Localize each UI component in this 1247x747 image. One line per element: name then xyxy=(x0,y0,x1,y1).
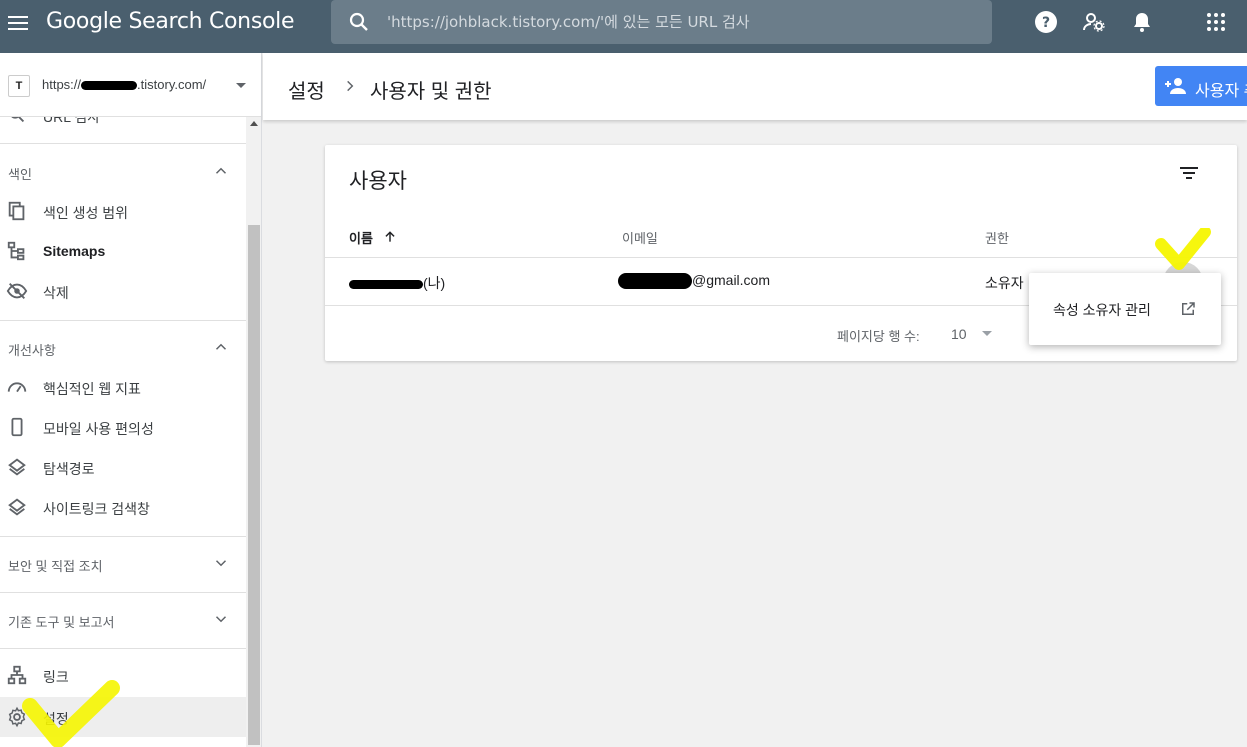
section-security[interactable]: 보안 및 직접 조치 xyxy=(0,536,246,592)
page-title: 사용자 및 권한 xyxy=(370,81,492,103)
sidebar-item-breadcrumbs[interactable]: 탐색경로 xyxy=(0,447,246,487)
gear-icon xyxy=(8,706,26,728)
section-title: 색인 xyxy=(8,167,32,182)
divider xyxy=(0,648,246,649)
sidebar-item-sitemaps[interactable]: Sitemaps xyxy=(0,231,246,271)
arrow-up-icon[interactable] xyxy=(383,230,397,244)
site-favicon-icon: T xyxy=(8,75,30,97)
column-header-permission[interactable]: 권한 xyxy=(985,228,1009,247)
sitemap-icon xyxy=(7,241,25,261)
sidebar-item-url-inspection[interactable]: URL 검사 xyxy=(0,117,246,135)
chevron-down-icon xyxy=(215,616,227,623)
sidebar-item-label: 사이트링크 검색창 xyxy=(43,501,150,517)
url-inspection-search[interactable] xyxy=(331,0,992,44)
sidebar-item-core-web-vitals[interactable]: 핵심적인 웹 지표 xyxy=(0,367,246,407)
section-title: 기존 도구 및 보고서 xyxy=(8,615,115,630)
dropdown-caret-icon[interactable] xyxy=(236,83,246,88)
sidebar-scrollbar[interactable] xyxy=(246,117,261,747)
user-permission: 소유자 xyxy=(985,275,1024,291)
section-title: 보안 및 직접 조치 xyxy=(8,559,103,574)
sidebar-item-settings[interactable]: 설정 xyxy=(0,697,246,737)
section-legacy-tools[interactable]: 기존 도구 및 보고서 xyxy=(0,592,246,648)
add-user-label: 사용자 추 xyxy=(1195,83,1247,100)
column-header-email[interactable]: 이메일 xyxy=(622,228,658,247)
row-options-menu: 속성 소유자 관리 xyxy=(1029,273,1221,345)
search-icon xyxy=(11,117,25,123)
sidebar-item-index-coverage[interactable]: 색인 생성 범위 xyxy=(0,191,246,231)
chevron-down-icon xyxy=(215,560,227,567)
property-url: https://.tistory.com/ xyxy=(42,77,207,92)
layers-icon xyxy=(8,498,26,516)
eye-off-icon xyxy=(6,283,28,299)
search-input[interactable] xyxy=(387,6,977,38)
sidebar-item-removals[interactable]: 삭제 xyxy=(0,271,246,311)
redaction-mark xyxy=(618,273,692,290)
manage-property-owners-item[interactable]: 속성 소유자 관리 xyxy=(1029,287,1221,331)
menu-icon[interactable] xyxy=(8,11,32,35)
sidebar-item-mobile-usability[interactable]: 모바일 사용 편의성 xyxy=(0,407,246,447)
scroll-up-arrow-icon[interactable] xyxy=(250,121,258,126)
sidebar-item-label: 삭제 xyxy=(43,285,69,301)
column-header-name[interactable]: 이름 xyxy=(349,228,373,247)
sidebar-item-label: 탐색경로 xyxy=(43,461,95,477)
sidebar-item-sitelinks-searchbox[interactable]: 사이트링크 검색창 xyxy=(0,487,246,527)
sidebar-item-label: 색인 생성 범위 xyxy=(43,205,129,221)
help-icon[interactable]: ? xyxy=(1034,10,1058,34)
link-tree-icon xyxy=(7,665,27,685)
section-title: 개선사항 xyxy=(8,343,56,358)
sidebar-item-label: 링크 xyxy=(43,669,69,685)
sidebar-item-links[interactable]: 링크 xyxy=(0,655,246,695)
top-app-bar: Google Search Console ? xyxy=(0,0,1247,53)
person-add-icon xyxy=(1165,78,1186,94)
search-icon xyxy=(349,12,368,31)
card-title: 사용자 xyxy=(349,170,407,193)
filter-icon[interactable] xyxy=(1177,161,1201,185)
svg-text:?: ? xyxy=(1042,15,1050,31)
sidebar-item-label: URL 검사 xyxy=(43,117,101,125)
divider xyxy=(325,257,1237,258)
sidebar-item-label: Sitemaps xyxy=(43,243,106,259)
breadcrumb-settings[interactable]: 설정 xyxy=(288,75,325,104)
user-name: (나) xyxy=(349,273,445,293)
sidebar-item-label: 모바일 사용 편의성 xyxy=(43,421,154,437)
rows-per-page-select[interactable]: 10 xyxy=(951,326,967,342)
dropdown-caret-icon[interactable] xyxy=(982,331,992,336)
nav-scroll-area: URL 검사 색인 색인 생성 범위 Sitemaps 삭제 개선사항 핵심적인 xyxy=(0,117,246,747)
property-selector[interactable]: T https://.tistory.com/ xyxy=(0,53,261,117)
user-settings-icon[interactable] xyxy=(1082,10,1106,34)
sidebar-item-label: 설정 xyxy=(43,711,69,727)
open-in-new-icon xyxy=(1182,302,1195,315)
page-header: 설정 사용자 및 권한 사용자 추 xyxy=(263,53,1247,120)
redaction-mark xyxy=(81,81,138,91)
user-email: @gmail.com xyxy=(618,272,770,290)
menu-item-label: 속성 소유자 관리 xyxy=(1053,302,1151,318)
redaction-mark xyxy=(349,279,423,289)
layers-icon xyxy=(8,458,26,476)
app-title[interactable]: Google Search Console xyxy=(46,9,294,34)
apps-grid-icon[interactable] xyxy=(1204,10,1228,34)
rows-per-page-label: 페이지당 행 수: xyxy=(837,329,920,344)
notifications-icon[interactable] xyxy=(1130,10,1154,34)
chevron-right-icon xyxy=(347,80,354,92)
sidebar-item-label: 핵심적인 웹 지표 xyxy=(43,381,141,397)
scrollbar-thumb[interactable] xyxy=(248,225,260,745)
sidebar: T https://.tistory.com/ URL 검사 색인 색인 생성 … xyxy=(0,53,262,747)
file-copy-icon xyxy=(8,201,25,221)
speedometer-icon xyxy=(7,382,27,393)
add-user-button[interactable]: 사용자 추 xyxy=(1155,66,1247,106)
chevron-up-icon xyxy=(215,167,227,174)
phone-icon xyxy=(11,417,23,437)
chevron-up-icon xyxy=(215,343,227,350)
